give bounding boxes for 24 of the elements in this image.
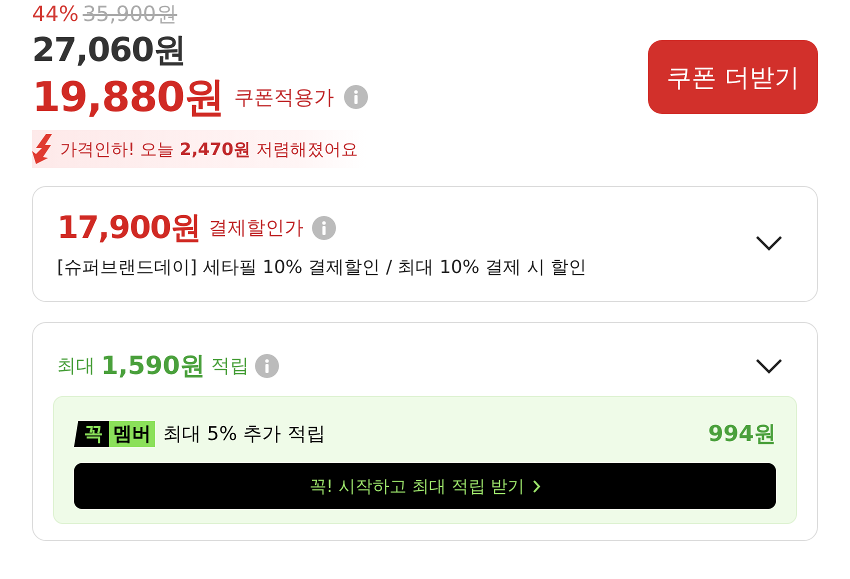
- membership-text: 최대 5% 추가 적립: [163, 422, 326, 447]
- chevron-icon[interactable]: [755, 235, 783, 251]
- info-icon[interactable]: [255, 354, 280, 378]
- chevron-right-icon: [532, 480, 541, 492]
- info-icon[interactable]: [344, 85, 368, 109]
- coupon-button[interactable]: 쿠폰 더받기: [648, 40, 818, 114]
- payment-discount-description: [슈퍼브랜드데이] 세타필 10% 결제할인 / 최대 10% 결제 시 할인: [57, 256, 587, 279]
- membership-badge-left: 꼭: [74, 421, 109, 447]
- reward-prefix: 최대: [57, 354, 95, 378]
- chevron-icon[interactable]: [755, 358, 783, 374]
- coupon-price-label: 쿠폰적용가: [234, 84, 334, 110]
- membership-badge-right: 멤버: [109, 421, 155, 447]
- info-icon[interactable]: [312, 216, 336, 240]
- reward-suffix: 적립: [211, 354, 250, 378]
- discount-rate: 44%: [32, 1, 79, 28]
- payment-price-label: 결제할인가: [208, 216, 304, 241]
- payment-price: 17,900원: [57, 209, 201, 248]
- original-price: 35,900원: [82, 1, 178, 28]
- reward-amount: 1,590원: [101, 350, 206, 382]
- coupon-price: 19,880원: [32, 72, 224, 122]
- price-drop-text: 가격인하! 오늘 2,470원 저렴해졌어요: [60, 138, 358, 160]
- sale-price: 27,060원: [32, 29, 186, 71]
- membership-amount: 994원: [708, 421, 776, 449]
- membership-cta-button[interactable]: 꼭! 시작하고 최대 적립 받기: [74, 463, 776, 509]
